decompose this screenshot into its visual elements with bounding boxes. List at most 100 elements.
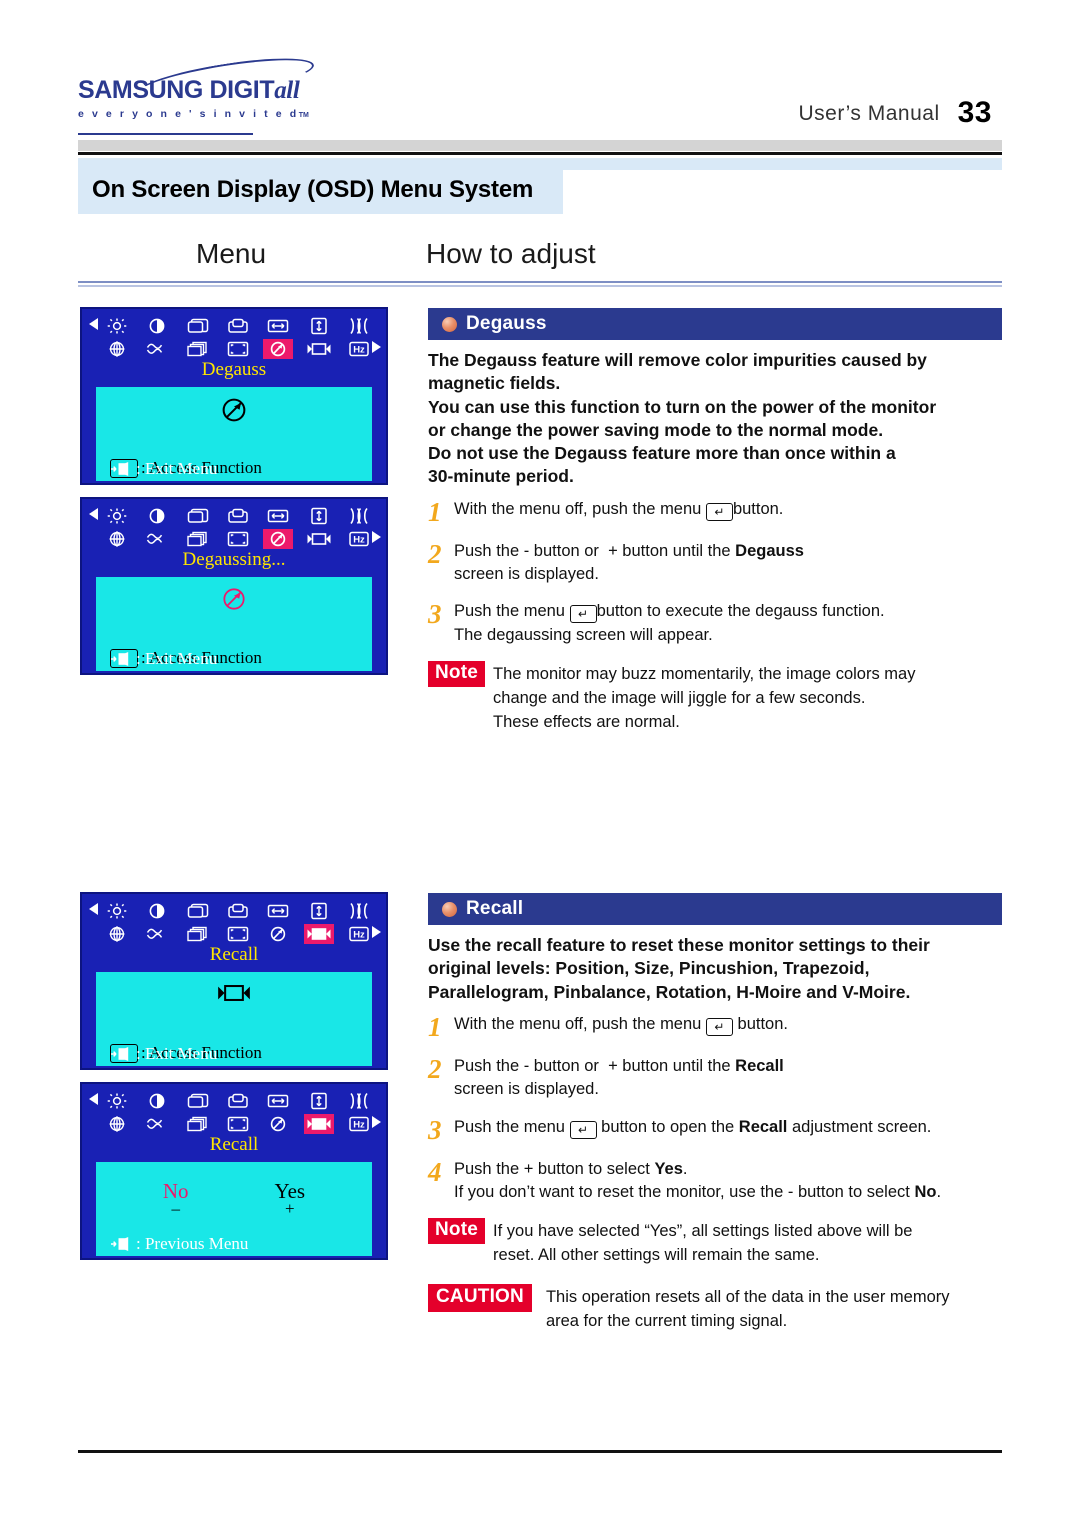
recall-icon[interactable]	[304, 339, 334, 359]
exit-door-icon	[110, 1046, 130, 1062]
exit-door-icon	[110, 461, 130, 477]
contrast-icon[interactable]	[142, 316, 172, 336]
rotation-icon[interactable]	[102, 924, 132, 944]
pinbalance-icon[interactable]	[223, 339, 253, 359]
v-position-icon[interactable]	[223, 901, 253, 921]
trapezoid-icon[interactable]	[142, 1114, 172, 1134]
osd-icon-strip: Hz	[86, 899, 384, 947]
recall-option-no[interactable]: No –	[163, 1180, 189, 1218]
trapezoid-icon[interactable]	[142, 339, 172, 359]
trapezoid-icon[interactable]	[142, 529, 172, 549]
bullet-icon	[442, 316, 457, 332]
svg-text:Hz: Hz	[353, 535, 365, 546]
trademark-mark: TM	[298, 112, 309, 119]
scroll-left-icon[interactable]	[89, 318, 98, 330]
note-tag: Note	[428, 661, 486, 687]
degauss-icon[interactable]	[263, 1114, 293, 1134]
step-item: 1 With the menu off, push the menu ↵ but…	[428, 1013, 1002, 1041]
recall-note: Note If you have selected “Yes”, all set…	[428, 1218, 1002, 1268]
column-heading-how-to-adjust: How to adjust	[426, 238, 596, 269]
pincushion-icon[interactable]	[344, 506, 374, 526]
osd-exit-row: : Exit Menu	[82, 457, 386, 481]
recall-icon[interactable]	[304, 529, 334, 549]
recall-option-yes[interactable]: Yes +	[275, 1180, 306, 1218]
brightness-icon[interactable]	[102, 316, 132, 336]
h-position-icon[interactable]	[183, 506, 213, 526]
osd-body	[96, 577, 372, 645]
enter-key-icon: ↵	[569, 605, 597, 624]
pincushion-icon[interactable]	[344, 901, 374, 921]
h-size-icon[interactable]	[263, 1091, 293, 1111]
section-header-degauss: Degauss	[428, 308, 1002, 340]
osd-body	[96, 972, 372, 1040]
rotation-icon[interactable]	[102, 1114, 132, 1134]
header-black-rule	[78, 152, 1002, 155]
v-position-icon[interactable]	[223, 316, 253, 336]
step-item: 3 Push the menu ↵ button to open the Rec…	[428, 1116, 1002, 1144]
v-position-icon[interactable]	[223, 1091, 253, 1111]
rotation-icon[interactable]	[102, 339, 132, 359]
hz-icon[interactable]: Hz	[344, 339, 374, 359]
recall-confirm-options: No – Yes +	[96, 1180, 372, 1218]
scroll-left-icon[interactable]	[89, 508, 98, 520]
step-number: 2	[428, 538, 442, 569]
hz-icon[interactable]: Hz	[344, 1114, 374, 1134]
contrast-icon[interactable]	[142, 1091, 172, 1111]
exit-door-icon	[110, 651, 130, 667]
h-size-icon[interactable]	[263, 901, 293, 921]
parallelogram-icon[interactable]	[183, 529, 213, 549]
osd-body	[96, 387, 372, 455]
osd-exit-label: : Exit Menu	[136, 1044, 218, 1063]
pincushion-icon[interactable]	[344, 316, 374, 336]
trapezoid-icon[interactable]	[142, 924, 172, 944]
pinbalance-icon[interactable]	[223, 1114, 253, 1134]
parallelogram-icon[interactable]	[183, 1114, 213, 1134]
step-item: 1 With the menu off, push the menu ↵ butt…	[428, 498, 1002, 526]
column-divider-rule	[78, 281, 1002, 287]
scroll-left-icon[interactable]	[89, 903, 98, 915]
section-heading-label: Recall	[466, 898, 524, 919]
h-size-icon[interactable]	[263, 506, 293, 526]
v-size-icon[interactable]	[304, 1091, 334, 1111]
degauss-icon[interactable]	[263, 339, 294, 359]
hz-icon[interactable]: Hz	[344, 924, 374, 944]
v-position-icon[interactable]	[223, 506, 253, 526]
step-text: Push the + button to select Yes. If you d…	[454, 1159, 942, 1202]
contrast-icon[interactable]	[142, 506, 172, 526]
h-size-icon[interactable]	[263, 316, 293, 336]
recall-icon[interactable]	[303, 924, 334, 944]
degauss-icon[interactable]	[263, 924, 293, 944]
rotation-icon[interactable]	[102, 529, 132, 549]
degauss-steps: 1 With the menu off, push the menu ↵ butt…	[428, 498, 1002, 648]
header-gray-band	[78, 140, 1002, 151]
recall-icon[interactable]	[303, 1114, 334, 1134]
v-size-icon[interactable]	[304, 316, 334, 336]
v-size-icon[interactable]	[304, 901, 334, 921]
degauss-icon[interactable]	[263, 529, 294, 549]
h-position-icon[interactable]	[183, 901, 213, 921]
brightness-icon[interactable]	[102, 1091, 132, 1111]
parallelogram-icon[interactable]	[183, 924, 213, 944]
contrast-icon[interactable]	[142, 901, 172, 921]
svg-text:Hz: Hz	[353, 930, 365, 941]
hz-icon[interactable]: Hz	[344, 529, 374, 549]
pincushion-icon[interactable]	[344, 1091, 374, 1111]
osd-exit-row: : Exit Menu	[82, 647, 386, 671]
step-number: 3	[428, 599, 442, 630]
enter-key-icon: ↵	[569, 1120, 597, 1139]
osd-title: Recall	[209, 1134, 259, 1155]
brightness-icon[interactable]	[102, 506, 132, 526]
parallelogram-icon[interactable]	[183, 339, 213, 359]
h-position-icon[interactable]	[183, 316, 213, 336]
page-header: SAMSUNG DIGITall e v e r y o n e ' s i n…	[0, 0, 1080, 150]
v-size-icon[interactable]	[304, 506, 334, 526]
pinbalance-icon[interactable]	[223, 924, 253, 944]
osd-exit-label: : Exit Menu	[136, 649, 218, 668]
osd-panel-degaussing: Hz Degaussing... ↵: Access Function : Ex…	[80, 497, 388, 675]
pinbalance-icon[interactable]	[223, 529, 253, 549]
note-text: The monitor may buzz momentarily, the im…	[493, 665, 916, 731]
brightness-icon[interactable]	[102, 901, 132, 921]
h-position-icon[interactable]	[183, 1091, 213, 1111]
manual-label: User’s Manual	[798, 102, 940, 125]
scroll-left-icon[interactable]	[89, 1093, 98, 1105]
